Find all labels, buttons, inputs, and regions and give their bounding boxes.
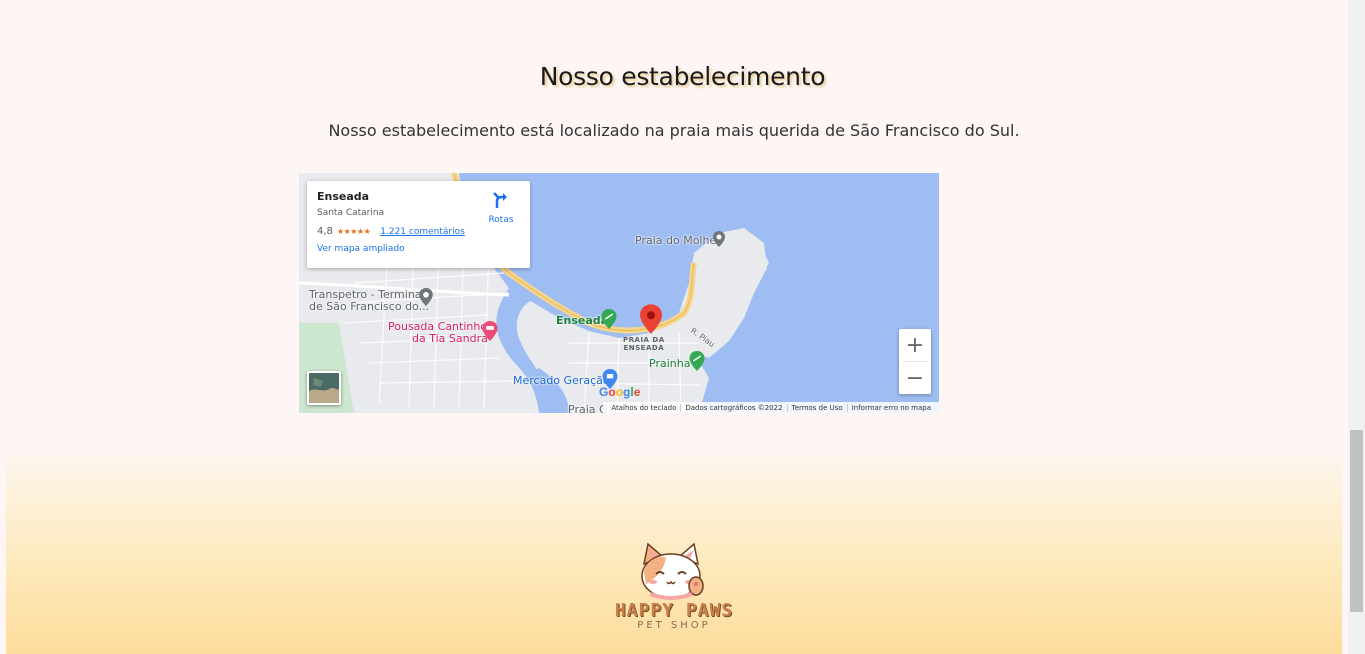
poi-pin-icon[interactable] <box>713 231 725 247</box>
zoom-controls: + − <box>899 329 931 394</box>
map-attribution: Atalhos do teclado Dados cartográficos ©… <box>603 402 939 413</box>
google-logo: Google <box>599 385 641 399</box>
rating-value: 4,8 <box>317 226 333 237</box>
embedded-map[interactable]: Enseada Santa Catarina 4,8 ★★★★★ 1.221 c… <box>299 173 939 413</box>
view-larger-map-link[interactable]: Ver mapa ampliado <box>317 244 520 254</box>
zoom-out-button[interactable]: − <box>899 362 931 394</box>
label-praia-do-molhe: Praia do Molhe <box>635 234 717 247</box>
directions-icon <box>493 192 507 208</box>
hotel-pin-icon[interactable] <box>482 321 498 341</box>
page-scrollbar[interactable] <box>1348 0 1365 654</box>
satellite-view-toggle[interactable] <box>307 371 341 405</box>
section-title: Nosso estabelecimento <box>539 62 826 91</box>
beach-pin-icon[interactable] <box>689 351 705 371</box>
label-praia-g: Praia G <box>568 403 608 413</box>
place-info-card: Enseada Santa Catarina 4,8 ★★★★★ 1.221 c… <box>307 181 530 268</box>
reviews-link[interactable]: 1.221 comentários <box>380 227 465 237</box>
label-praia-da-enseada-line2: ENSEADA <box>623 344 665 352</box>
label-prainha: Prainha <box>649 357 691 370</box>
map-data-text: Dados cartográficos ©2022 <box>680 403 786 412</box>
cat-mascot-icon <box>641 542 704 600</box>
label-pousada-line2: da Tia Sandra <box>412 332 488 345</box>
rating-stars-icon: ★★★★★ <box>336 227 371 236</box>
label-mercado: Mercado Geração <box>513 374 610 387</box>
zoom-in-button[interactable]: + <box>899 329 931 361</box>
logo-tagline: PET SHOP <box>637 620 711 631</box>
beach-pin-icon[interactable] <box>601 309 617 329</box>
section-subtitle: Nosso estabelecimento está localizado na… <box>328 121 1020 140</box>
location-section: Nosso estabelecimento Nosso estabelecime… <box>0 0 1348 454</box>
location-pin-icon[interactable] <box>640 304 662 334</box>
directions-button[interactable]: Rotas <box>486 191 516 225</box>
terms-link[interactable]: Termos de Uso <box>786 403 847 412</box>
scrollbar-thumb[interactable] <box>1350 430 1363 612</box>
label-transpetro-line2: de São Francisco do... <box>309 300 430 313</box>
directions-label: Rotas <box>488 215 514 225</box>
label-praia-da-enseada-line1: PRAIA DA <box>623 336 665 344</box>
rating-row: 4,8 ★★★★★ 1.221 comentários <box>317 226 520 237</box>
footer: HAPPY PAWS PET SHOP <box>6 454 1342 654</box>
keyboard-shortcuts-link[interactable]: Atalhos do teclado <box>607 404 680 412</box>
report-error-link[interactable]: Informar erro no mapa <box>846 403 935 412</box>
label-praia-da-enseada: PRAIA DA ENSEADA <box>623 336 665 352</box>
happy-paws-logo[interactable]: HAPPY PAWS PET SHOP <box>604 540 754 636</box>
logo-wordmark: HAPPY PAWS <box>614 600 734 621</box>
poi-pin-icon[interactable] <box>419 288 433 306</box>
satellite-thumbnail-icon <box>309 373 339 403</box>
